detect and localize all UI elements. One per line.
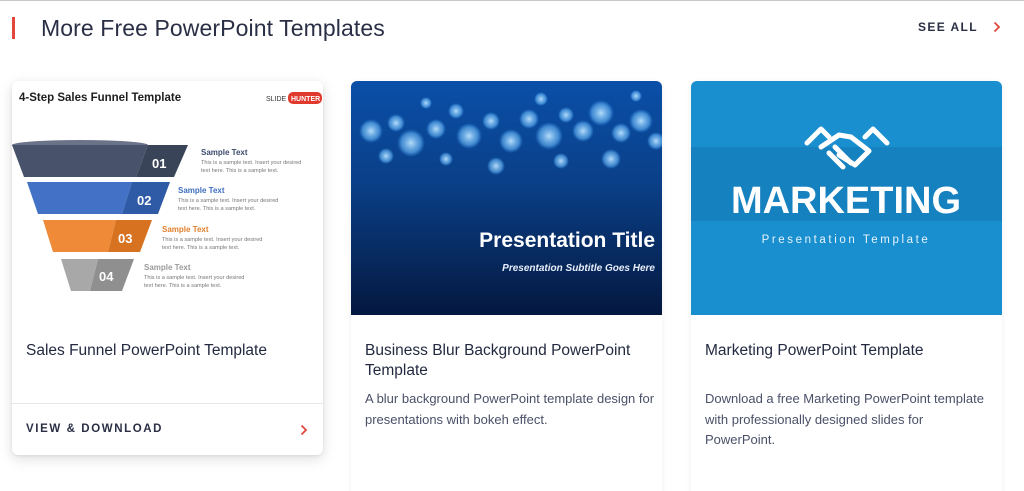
bokeh-thumbnail: Presentation Title Presentation Subtitle…: [351, 81, 662, 315]
thumb-subheading: Presentation Template: [762, 234, 931, 246]
svg-text:03: 03: [118, 231, 132, 246]
svg-text:This is a sample text. Insert: This is a sample text. Insert your desir…: [162, 237, 262, 243]
svg-text:text here. This is a sample te: text here. This is a sample text.: [144, 283, 222, 289]
template-card-marketing[interactable]: MARKETING Presentation Template Marketin…: [691, 81, 1002, 491]
svg-text:This is a sample text. Insert: This is a sample text. Insert your desir…: [201, 160, 301, 166]
template-card-business-blur[interactable]: Presentation Title Presentation Subtitle…: [351, 81, 662, 491]
thumb-heading: 4-Step Sales Funnel Template: [19, 92, 181, 104]
card-title[interactable]: Marketing PowerPoint Template: [705, 341, 995, 361]
svg-text:This is a sample text. Insert: This is a sample text. Insert your desir…: [144, 275, 244, 281]
card-title[interactable]: Business Blur Background PowerPoint Temp…: [365, 341, 655, 381]
sales-funnel-thumbnail: 4-Step Sales Funnel Template SLIDE HUNTE…: [12, 81, 323, 315]
card-description: A blur background PowerPoint template de…: [365, 391, 655, 427]
see-all-label: SEE ALL: [917, 20, 978, 34]
card-footer[interactable]: VIEW & DOWNLOAD: [12, 403, 323, 455]
accent-bar: [12, 17, 15, 39]
view-download-link[interactable]: VIEW & DOWNLOAD: [26, 423, 163, 435]
card-title[interactable]: Sales Funnel PowerPoint Template: [26, 341, 316, 361]
card-description: Download a free Marketing PowerPoint tem…: [705, 391, 984, 447]
svg-text:04: 04: [99, 269, 114, 284]
card-thumbnail[interactable]: MARKETING Presentation Template: [691, 81, 1002, 315]
thumb-heading: Presentation Title: [479, 229, 655, 252]
card-thumbnail[interactable]: Presentation Title Presentation Subtitle…: [351, 81, 662, 315]
svg-text:This is a sample text. Insert: This is a sample text. Insert your desir…: [178, 198, 278, 204]
svg-text:Sample Text: Sample Text: [178, 186, 225, 195]
thumb-subheading: Presentation Subtitle Goes Here: [502, 263, 655, 274]
chevron-right-icon: [993, 21, 1001, 33]
marketing-thumbnail: MARKETING Presentation Template: [691, 81, 1002, 315]
section-title: More Free PowerPoint Templates: [41, 15, 385, 41]
svg-text:text here. This is a sample te: text here. This is a sample text.: [201, 168, 279, 174]
svg-text:text here. This is a sample te: text here. This is a sample text.: [162, 245, 240, 251]
svg-text:HUNTER: HUNTER: [291, 96, 320, 103]
svg-text:02: 02: [137, 193, 151, 208]
svg-text:01: 01: [152, 156, 166, 171]
svg-text:text here. This is a sample te: text here. This is a sample text.: [178, 206, 256, 212]
svg-text:Sample Text: Sample Text: [162, 225, 209, 234]
svg-text:Sample Text: Sample Text: [201, 148, 248, 157]
chevron-right-icon: [300, 424, 308, 436]
see-all-link[interactable]: SEE ALL: [918, 20, 1002, 34]
svg-text:Sample Text: Sample Text: [144, 263, 191, 272]
thumb-heading: MARKETING: [731, 180, 961, 222]
card-thumbnail[interactable]: 4-Step Sales Funnel Template SLIDE HUNTE…: [12, 81, 323, 315]
svg-text:SLIDE: SLIDE: [266, 96, 287, 103]
template-card-sales-funnel[interactable]: 4-Step Sales Funnel Template SLIDE HUNTE…: [12, 81, 323, 455]
section-header: More Free PowerPoint Templates SEE ALL: [0, 1, 1024, 57]
